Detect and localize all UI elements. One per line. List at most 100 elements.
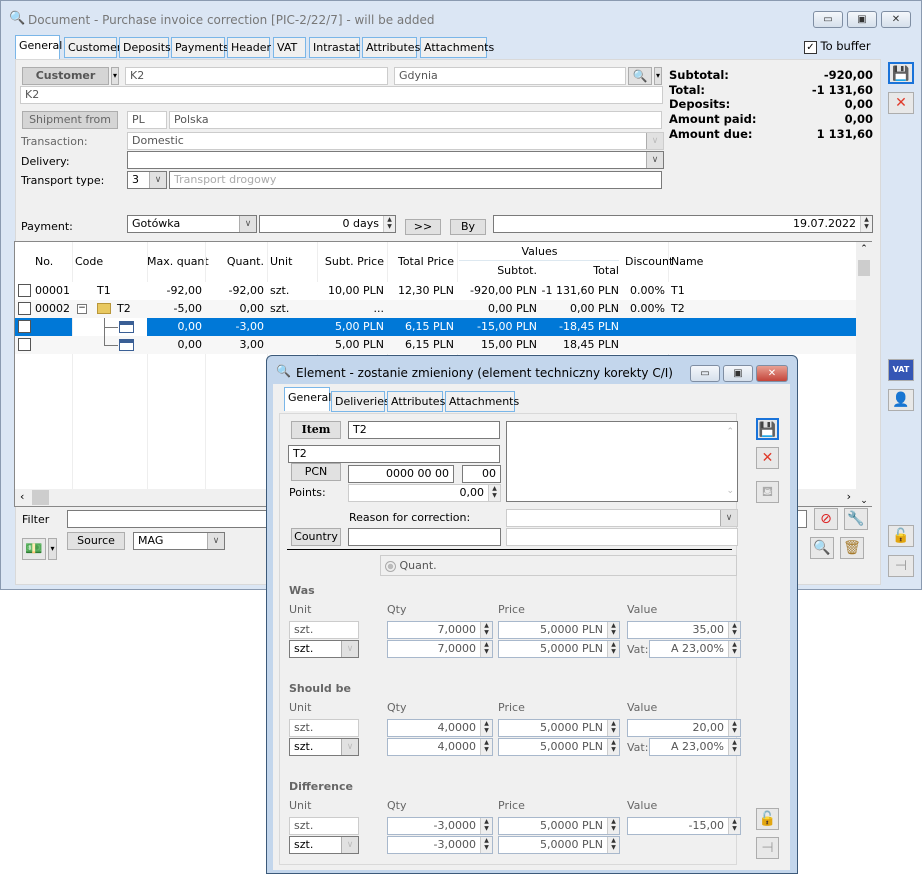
spinner-icon[interactable]: ▲ ▼ [607, 739, 619, 755]
unit-input[interactable]: szt. [289, 719, 359, 737]
reason-select[interactable]: ∨ [506, 509, 738, 527]
dialog-pin-button[interactable]: ⊣ [756, 837, 779, 859]
grid-header-total_price[interactable]: Total Price [387, 255, 457, 268]
shipment-country-input[interactable]: Polska [169, 111, 662, 129]
pcn-button[interactable]: PCN [291, 463, 341, 481]
spinner-icon[interactable]: ▲ ▼ [607, 622, 619, 638]
grid-header-max[interactable]: Max. quant [147, 255, 209, 268]
spinner-icon[interactable]: ▲ ▼ [728, 739, 740, 755]
spinner-icon[interactable]: ▲ ▼ [607, 720, 619, 736]
source-select[interactable]: MAG ∨ [133, 532, 225, 550]
user-exchange-icon-button[interactable]: 👤 [888, 389, 914, 411]
country-input[interactable] [348, 528, 501, 546]
grid-header-no[interactable]: No. [32, 255, 72, 268]
unlock-icon-button[interactable]: 🔓 [888, 525, 914, 547]
tab-attachments[interactable]: Attachments [420, 37, 494, 58]
item-code-input[interactable]: T2 [348, 421, 500, 439]
table-row[interactable]: 00001 T1 -92,00 -92,00 szt. 10,00 PLN 12,30 PL… [15, 282, 857, 300]
maximize-button[interactable]: ▣ [847, 11, 877, 28]
customer-button[interactable]: Customer [22, 67, 109, 85]
qty-input[interactable]: -3,0000 ▲ ▼ [387, 836, 493, 854]
grid-header-code[interactable]: Code [72, 255, 147, 268]
spinner-icon[interactable]: ▲ ▼ [607, 641, 619, 657]
spinner-icon[interactable]: ▲ ▼ [480, 818, 492, 834]
item-name-input[interactable]: T2 [288, 445, 500, 463]
value-input[interactable]: 20,00 ▲ ▼ [627, 719, 741, 737]
spinner-icon[interactable]: ▲ ▼ [488, 485, 500, 501]
shipment-from-button[interactable]: Shipment from [22, 111, 118, 129]
tab-deposits[interactable]: Deposits [119, 37, 171, 58]
payment-hand-icon-button[interactable]: 💵 [22, 538, 46, 560]
unit-input[interactable]: szt. [289, 621, 359, 639]
tab-general[interactable]: General [15, 35, 62, 59]
spinner-icon[interactable]: ▲ ▼ [728, 641, 740, 657]
tab-vat[interactable]: VAT [273, 37, 306, 58]
tab-payments[interactable]: Payments [171, 37, 229, 58]
row-checkbox[interactable] [18, 284, 31, 297]
value-input[interactable]: 35,00 ▲ ▼ [627, 621, 741, 639]
transport-type-select[interactable]: 3 ∨ [127, 171, 167, 189]
delivery-select[interactable]: ∨ [127, 151, 664, 169]
price-input[interactable]: 5,0000 PLN ▲ ▼ [498, 836, 620, 854]
dialog-minimize-button[interactable]: ▭ [690, 365, 720, 382]
grid-header-subt_price[interactable]: Subt. Price [317, 255, 387, 268]
spinner-icon[interactable]: ▲ ▼ [480, 739, 492, 755]
grid-header-unit[interactable]: Unit [267, 255, 317, 268]
save-button[interactable]: 💾 [888, 62, 914, 84]
vat-input[interactable]: A 23,00% ▲ ▼ [649, 738, 741, 756]
points-input[interactable]: 0,00 ▲ ▼ [348, 484, 501, 502]
pcn-suffix-input[interactable]: 00 [462, 465, 501, 483]
wrench-settings-button[interactable]: 🔧 [844, 508, 868, 530]
item-button[interactable]: Item [291, 421, 341, 439]
grid-header-values[interactable]: Values [457, 245, 622, 258]
spinner-icon[interactable]: ▲ ▼ [480, 837, 492, 853]
dialog-unlock-button[interactable]: 🔓 [756, 808, 779, 830]
dialog-disabled-tool-button[interactable]: ⛾ [756, 481, 779, 503]
forward-button[interactable]: >> [405, 219, 441, 235]
spinner-icon[interactable]: ▲ ▼ [480, 622, 492, 638]
pcn-code-input[interactable]: 0000 00 00 [348, 465, 454, 483]
vat-input[interactable]: A 23,00% ▲ ▼ [649, 640, 741, 658]
country-button[interactable]: Country [291, 528, 341, 546]
unit-select[interactable]: szt. ∨ [289, 738, 359, 756]
customer-search-button[interactable]: 🔍 [628, 67, 652, 85]
table-row[interactable]: 0,00 -3,00 5,00 PLN 6,15 PLN -15,00 PLN -18,4… [15, 318, 857, 336]
price-input[interactable]: 5,0000 PLN ▲ ▼ [498, 621, 620, 639]
pin-icon-button[interactable]: ⊣ [888, 555, 914, 577]
customer-code-input[interactable]: K2 [125, 67, 388, 85]
spinner-icon[interactable]: ▲ ▼ [607, 818, 619, 834]
tab-header[interactable]: Header [227, 37, 271, 58]
table-row[interactable]: 0,00 3,00 5,00 PLN 6,15 PLN 15,00 PLN 18,45 P… [15, 336, 857, 354]
qty-input[interactable]: 7,0000 ▲ ▼ [387, 621, 493, 639]
payment-days-input[interactable]: 0 days ▲ ▼ [259, 215, 396, 233]
delete-button[interactable]: 🗑 [840, 537, 864, 559]
price-input[interactable]: 5,0000 PLN ▲ ▼ [498, 719, 620, 737]
customer-dropdown-button[interactable]: ▾ [111, 67, 119, 85]
shipment-code-input[interactable]: PL [127, 111, 167, 129]
source-button[interactable]: Source [67, 532, 125, 550]
qty-input[interactable]: 7,0000 ▲ ▼ [387, 640, 493, 658]
unit-select[interactable]: szt. ∨ [289, 640, 359, 658]
search-button[interactable]: 🔍 [810, 537, 834, 559]
price-input[interactable]: 5,0000 PLN ▲ ▼ [498, 738, 620, 756]
spinner-icon[interactable]: ▲ ▼ [860, 216, 872, 232]
grid-header-name[interactable]: Name [668, 255, 856, 268]
customer-name-input[interactable]: K2 [20, 86, 663, 104]
clear-filter-button[interactable]: ⊘ [814, 508, 838, 530]
minimize-button[interactable]: ▭ [813, 11, 843, 28]
payment-dropdown-button[interactable]: ▾ [48, 538, 57, 560]
row-checkbox[interactable] [18, 302, 31, 315]
unit-input[interactable]: szt. [289, 817, 359, 835]
tab-attributes[interactable]: Attributes [362, 37, 420, 58]
dialog-tab-general[interactable]: General [284, 387, 331, 411]
country-name-input[interactable] [506, 528, 738, 546]
payment-date-input[interactable]: 19.07.2022 ▲ ▼ [493, 215, 873, 233]
vat-icon-button[interactable]: VAT [888, 359, 914, 381]
spinner-icon[interactable]: ▲ ▼ [383, 216, 395, 232]
notes-textarea[interactable]: ⌃ ⌄ [506, 421, 738, 502]
grid-header-quant[interactable]: Quant. [205, 255, 267, 268]
dialog-tab-attachments[interactable]: Attachments [445, 391, 519, 412]
unit-select[interactable]: szt. ∨ [289, 836, 359, 854]
vertical-scrollbar[interactable]: ⌃ ⌄ [856, 242, 872, 506]
payment-method-select[interactable]: Gotówka ∨ [127, 215, 257, 233]
